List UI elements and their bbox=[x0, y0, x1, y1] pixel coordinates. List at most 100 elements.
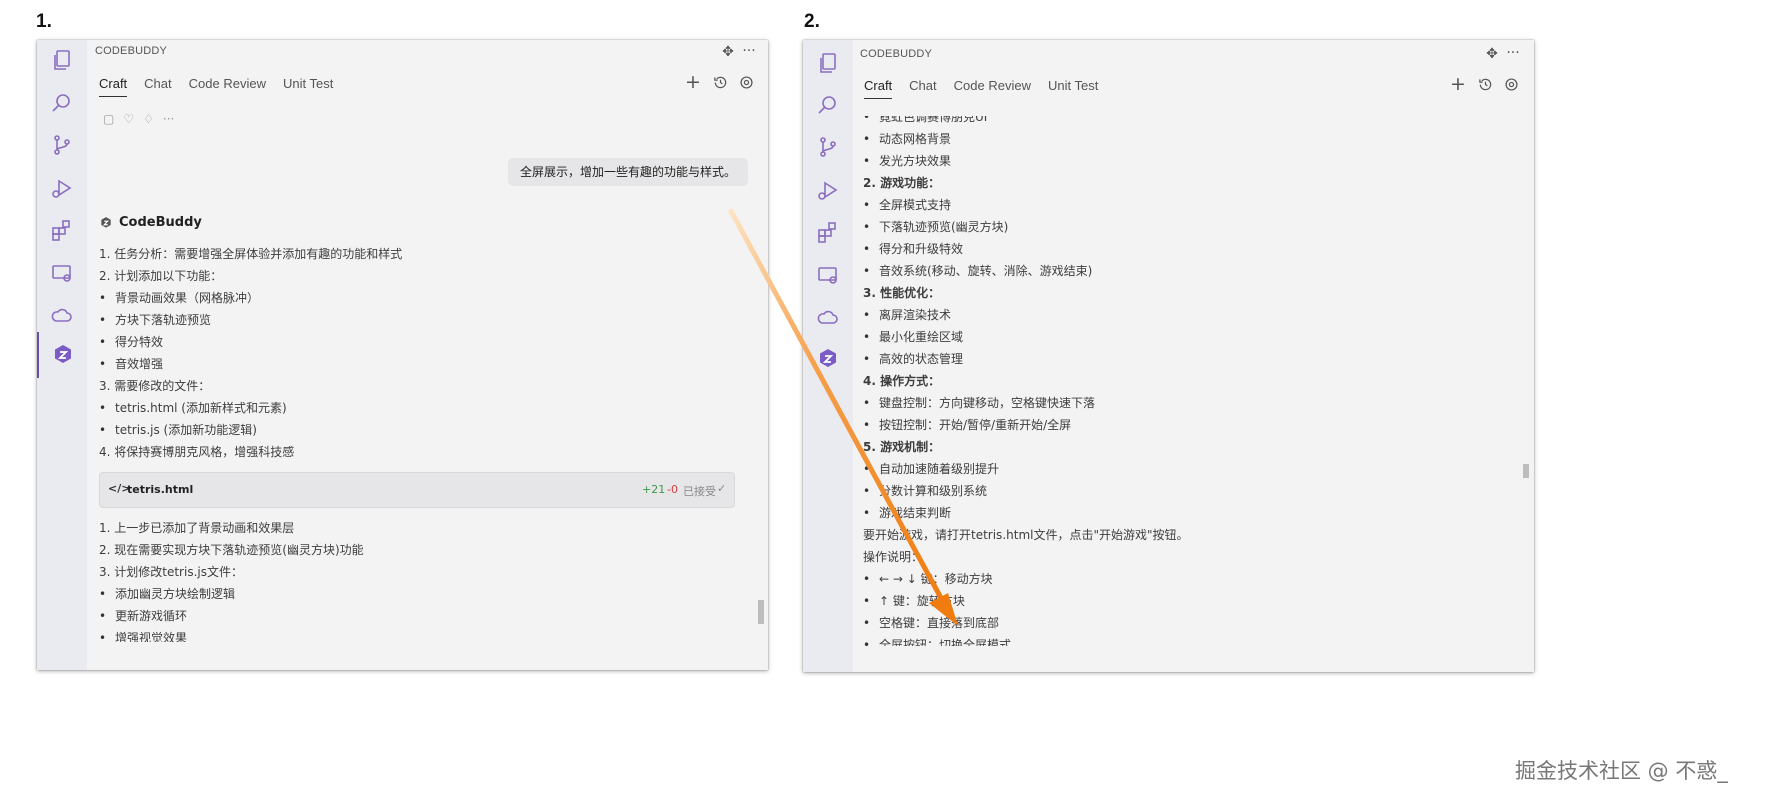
user-message: 全屏展示，增加一些有趣的功能与样式。 bbox=[508, 158, 749, 186]
tab-craft[interactable]: Craft bbox=[99, 76, 128, 97]
run-debug-icon[interactable] bbox=[803, 167, 853, 213]
settings-icon[interactable] bbox=[737, 73, 755, 91]
explorer-icon[interactable] bbox=[37, 40, 87, 83]
source-control-icon[interactable] bbox=[803, 124, 853, 170]
step-label-1: 1. bbox=[36, 11, 52, 32]
cloud-icon[interactable] bbox=[803, 294, 853, 340]
add-icon[interactable]: + bbox=[1449, 73, 1467, 95]
assistant-name: CodeBuddy bbox=[119, 215, 202, 230]
message-actions: ▢ ♡ ♢ ··· bbox=[103, 112, 174, 126]
run-debug-icon[interactable] bbox=[37, 165, 87, 211]
explorer-icon[interactable] bbox=[803, 40, 853, 86]
remote-explorer-icon[interactable] bbox=[803, 252, 853, 298]
assistant-header: CodeBuddy bbox=[99, 215, 202, 230]
list-item: 离屏渲染技术 bbox=[863, 304, 1189, 326]
assistant-reply-b: 1. 上一步已添加了背景动画和效果层 2. 现在需要实现方块下落轨迹预览(幽灵方块… bbox=[99, 517, 364, 642]
accepted-status: 已接受 bbox=[683, 485, 716, 498]
scroll-viewport: 霓虹色调赛博朋克UI动态网格背景发光方块效果 2. 游戏功能： 全屏模式支持下落轨迹… bbox=[861, 116, 1511, 646]
list-item: 背景动画效果（网格脉冲） bbox=[99, 287, 402, 309]
codebuddy-icon[interactable] bbox=[37, 332, 87, 378]
codebuddy-panel-2: CODEBUDDY ✥ ··· Craft Chat Code Review U… bbox=[803, 40, 1534, 672]
list-item: 游戏结束判断 bbox=[863, 502, 1189, 524]
step-label-2: 2. bbox=[804, 11, 820, 32]
file-name: tetris.html bbox=[127, 483, 194, 496]
activity-bar bbox=[37, 40, 87, 670]
scrollbar-thumb[interactable] bbox=[1523, 464, 1529, 478]
copy-icon[interactable]: ▢ bbox=[103, 112, 114, 126]
list-item: ↑ 键：旋转方块 bbox=[863, 590, 1189, 612]
text-line: 2. 现在需要实现方块下落轨迹预览(幽灵方块)功能 bbox=[99, 543, 364, 557]
text-line: 3. 需要修改的文件： bbox=[99, 379, 211, 393]
check-icon: ✓ bbox=[717, 482, 727, 495]
extension-icon[interactable]: ✥ bbox=[1483, 45, 1501, 63]
tab-bar: Craft Chat Code Review Unit Test bbox=[864, 78, 1115, 99]
list-item: 增强视觉效果 bbox=[99, 627, 364, 642]
tab-unit-test[interactable]: Unit Test bbox=[1048, 78, 1098, 97]
list-item: 霓虹色调赛博朋克UI bbox=[863, 116, 1189, 128]
text-line: 4. 将保持赛博朋克风格，增强科技感 bbox=[99, 445, 295, 459]
list-item: 分数计算和级别系统 bbox=[863, 480, 1189, 502]
list-item: 全屏模式支持 bbox=[863, 194, 1189, 216]
assistant-reply: 霓虹色调赛博朋克UI动态网格背景发光方块效果 2. 游戏功能： 全屏模式支持下落轨迹… bbox=[863, 116, 1189, 646]
list-item: 更新游戏循环 bbox=[99, 605, 364, 627]
list-item: 自动加速随着级别提升 bbox=[863, 458, 1189, 480]
list-item: 音效增强 bbox=[99, 353, 402, 375]
extensions-icon[interactable] bbox=[37, 207, 87, 253]
activity-bar bbox=[803, 40, 853, 672]
lines-removed: -0 bbox=[667, 483, 678, 496]
search-icon[interactable] bbox=[803, 82, 853, 128]
more-icon[interactable]: ··· bbox=[163, 112, 174, 126]
scrollbar-thumb[interactable] bbox=[758, 600, 764, 624]
search-icon[interactable] bbox=[37, 80, 87, 126]
watermark: 掘金技术社区 @ 不惑_ bbox=[1515, 759, 1728, 783]
extensions-icon[interactable] bbox=[803, 209, 853, 255]
list-item: 按钮控制：开始/暂停/重新开始/全屏 bbox=[863, 414, 1189, 436]
tab-craft[interactable]: Craft bbox=[864, 78, 893, 99]
list-item: tetris.js (添加新功能逻辑) bbox=[99, 419, 402, 441]
tab-chat[interactable]: Chat bbox=[144, 76, 171, 95]
text-line: 操作说明： bbox=[863, 550, 924, 564]
assistant-reply-a: 1. 任务分析：需要增强全屏体验并添加有趣的功能和样式 2. 计划添加以下功能： 背… bbox=[99, 243, 402, 463]
text-line: 4. 操作方式： bbox=[863, 374, 941, 388]
history-icon[interactable] bbox=[711, 73, 729, 91]
text-line: 1. 任务分析：需要增强全屏体验并添加有趣的功能和样式 bbox=[99, 247, 403, 261]
codebuddy-panel-1: CODEBUDDY ✥ ··· Craft Chat Code Review U… bbox=[37, 40, 768, 670]
thumbs-up-icon[interactable]: ♡ bbox=[123, 112, 134, 126]
tab-code-review[interactable]: Code Review bbox=[954, 78, 1031, 97]
tab-chat[interactable]: Chat bbox=[909, 78, 936, 97]
panel-header-title: CODEBUDDY bbox=[95, 45, 168, 57]
file-change-card[interactable]: </> tetris.html +21 -0 已接受 ✓ bbox=[99, 472, 735, 508]
text-line: 3. 性能优化： bbox=[863, 286, 941, 300]
add-icon[interactable]: + bbox=[684, 71, 702, 93]
text-line: 2. 计划添加以下功能： bbox=[99, 269, 223, 283]
text-line: 2. 游戏功能： bbox=[863, 176, 941, 190]
list-item: 键盘控制：方向键移动，空格键快速下落 bbox=[863, 392, 1189, 414]
more-actions-icon[interactable]: ··· bbox=[740, 42, 758, 60]
list-item: 动态网格背景 bbox=[863, 128, 1189, 150]
codebuddy-icon[interactable] bbox=[803, 336, 853, 382]
list-item: 空格键：直接落到底部 bbox=[863, 612, 1189, 634]
tab-code-review[interactable]: Code Review bbox=[189, 76, 266, 95]
list-item: 高效的状态管理 bbox=[863, 348, 1189, 370]
text-line: 1. 上一步已添加了背景动画和效果层 bbox=[99, 521, 295, 535]
list-item: 音效系统(移动、旋转、消除、游戏结束) bbox=[863, 260, 1189, 282]
text-line: 3. 计划修改tetris.js文件： bbox=[99, 565, 243, 579]
list-item: tetris.html (添加新样式和元素) bbox=[99, 397, 402, 419]
text-line: 要开始游戏，请打开tetris.html文件，点击"开始游戏"按钮。 bbox=[863, 528, 1189, 542]
panel-header-title: CODEBUDDY bbox=[860, 48, 933, 60]
source-control-icon[interactable] bbox=[37, 122, 87, 168]
history-icon[interactable] bbox=[1476, 75, 1494, 93]
thumbs-down-icon[interactable]: ♢ bbox=[143, 112, 154, 126]
extension-icon[interactable]: ✥ bbox=[719, 43, 737, 61]
settings-icon[interactable] bbox=[1502, 75, 1520, 93]
list-item: 方块下落轨迹预览 bbox=[99, 309, 402, 331]
remote-explorer-icon[interactable] bbox=[37, 250, 87, 296]
tab-unit-test[interactable]: Unit Test bbox=[283, 76, 333, 95]
text-line: 5. 游戏机制： bbox=[863, 440, 941, 454]
list-item: 下落轨迹预览(幽灵方块) bbox=[863, 216, 1189, 238]
list-item: 得分特效 bbox=[99, 331, 402, 353]
list-item: 发光方块效果 bbox=[863, 150, 1189, 172]
codebuddy-logo-icon bbox=[101, 216, 111, 228]
list-item: 全屏按钮：切换全屏模式 bbox=[863, 634, 1189, 646]
more-actions-icon[interactable]: ··· bbox=[1504, 44, 1522, 62]
